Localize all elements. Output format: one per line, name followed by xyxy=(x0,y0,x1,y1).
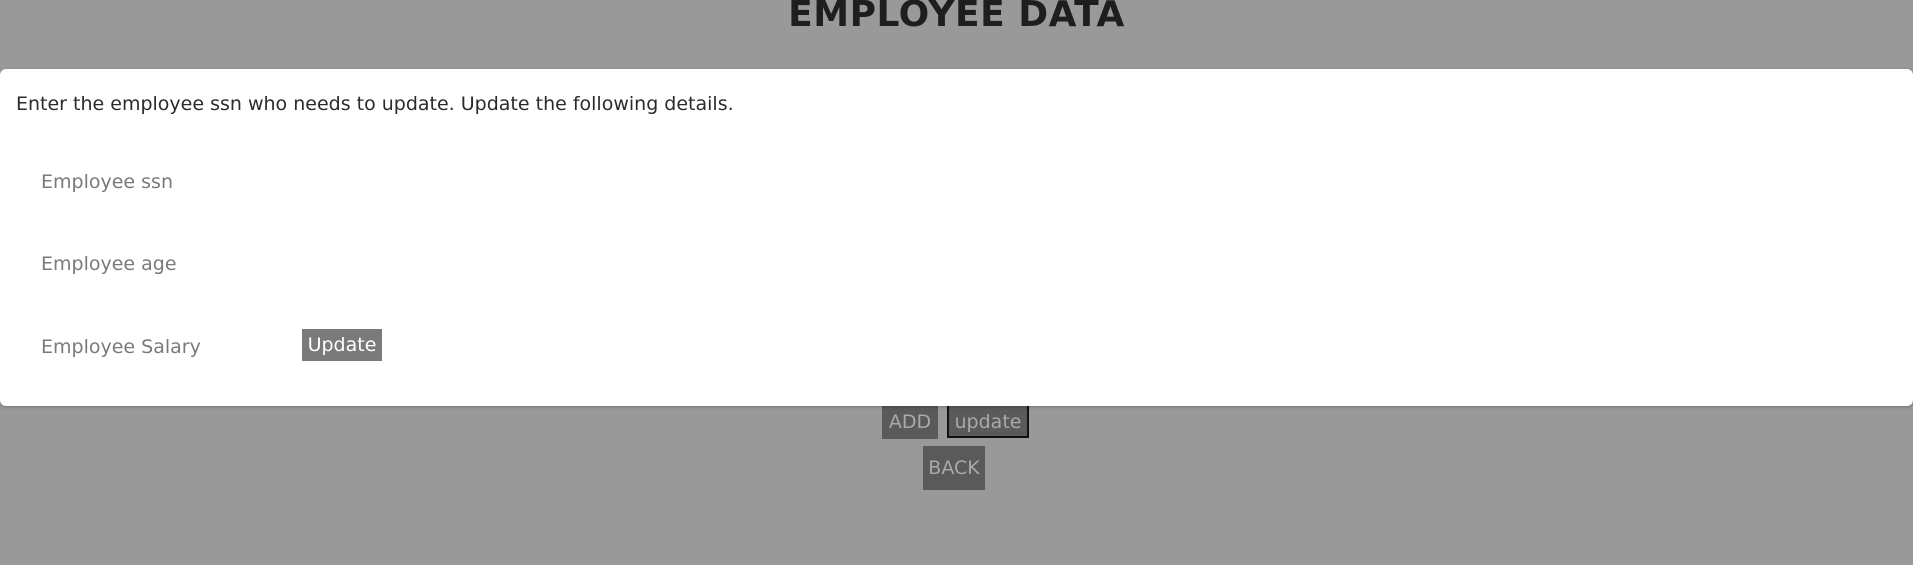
employee-age-input[interactable] xyxy=(28,245,301,283)
update-employee-modal: Enter the employee ssn who needs to upda… xyxy=(0,69,1913,406)
back-button[interactable]: BACK xyxy=(923,446,985,490)
update-mode-button[interactable]: update xyxy=(947,404,1029,438)
employee-salary-input[interactable] xyxy=(28,328,271,366)
modal-instruction: Enter the employee ssn who needs to upda… xyxy=(16,93,734,115)
submit-update-button[interactable]: Update xyxy=(302,329,382,361)
add-button[interactable]: ADD xyxy=(882,405,938,439)
page-title: EMPLOYEE DATA xyxy=(788,0,1125,35)
employee-ssn-input[interactable] xyxy=(28,163,301,201)
